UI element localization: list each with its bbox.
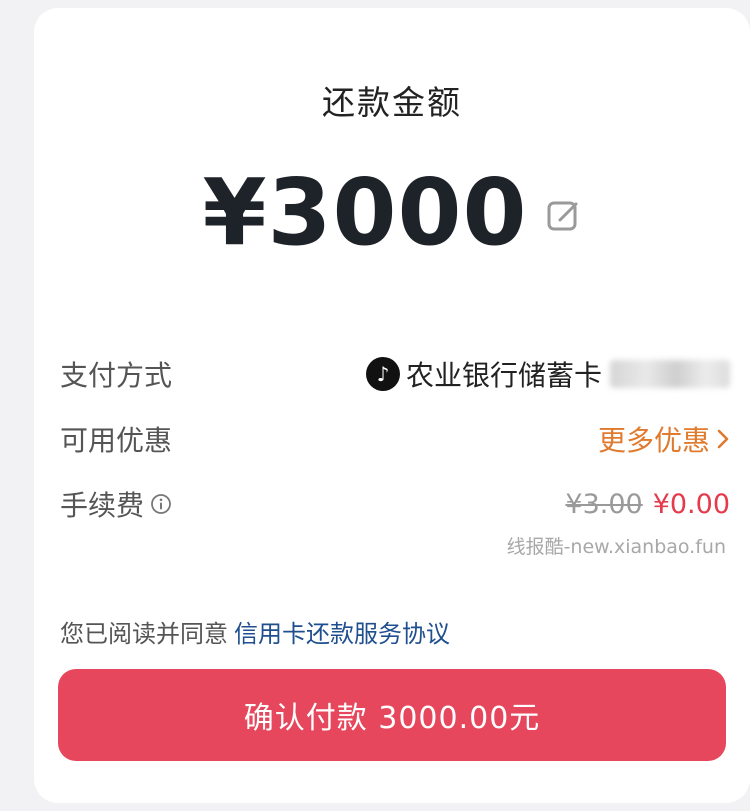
amount-value: ¥3000 <box>202 159 528 266</box>
page-title: 还款金额 <box>322 83 462 122</box>
fee-label: 手续费 <box>60 489 145 522</box>
payment-method-row[interactable]: 支付方式 ♪ 农业银行储蓄卡 <box>60 352 730 396</box>
payment-method-value[interactable]: ♪ 农业银行储蓄卡 <box>365 354 730 394</box>
more-discounts-text: 更多优惠 <box>597 424 710 457</box>
agreement-link[interactable]: 信用卡还款服务协议 <box>234 620 450 648</box>
watermark-text: 线报酷-new.xianbao.fun <box>506 536 726 558</box>
amount-row: ¥3000 <box>34 158 750 268</box>
discounts-row[interactable]: 可用优惠 更多优惠 <box>60 417 730 461</box>
repayment-card: 还款金额 ¥3000 支付方式 ♪ 农业银行储蓄卡 可用优惠 更多优惠 手续费 <box>34 8 750 803</box>
tiktok-logo-icon: ♪ <box>365 357 400 391</box>
edit-icon[interactable] <box>546 198 582 234</box>
fee-label-group: 手续费 <box>60 484 172 524</box>
original-fee: ¥3.00 <box>565 488 643 520</box>
discounts-label: 可用优惠 <box>60 424 173 457</box>
fee-values: ¥3.00 ¥0.00 <box>565 489 730 520</box>
agreement-line: 您已阅读并同意 信用卡还款服务协议 <box>60 614 450 649</box>
card-number-masked <box>610 360 730 388</box>
chevron-right-icon <box>717 429 729 449</box>
payment-method-label: 支付方式 <box>60 359 173 392</box>
payment-method-name: 农业银行储蓄卡 <box>405 359 602 392</box>
confirm-payment-button[interactable]: 确认付款 3000.00元 <box>58 669 726 761</box>
info-icon[interactable] <box>150 493 172 515</box>
agreement-prefix: 您已阅读并同意 <box>60 620 228 648</box>
more-discounts-link[interactable]: 更多优惠 <box>598 419 730 459</box>
current-fee: ¥0.00 <box>652 488 730 520</box>
fee-row: 手续费 ¥3.00 ¥0.00 <box>60 482 730 526</box>
